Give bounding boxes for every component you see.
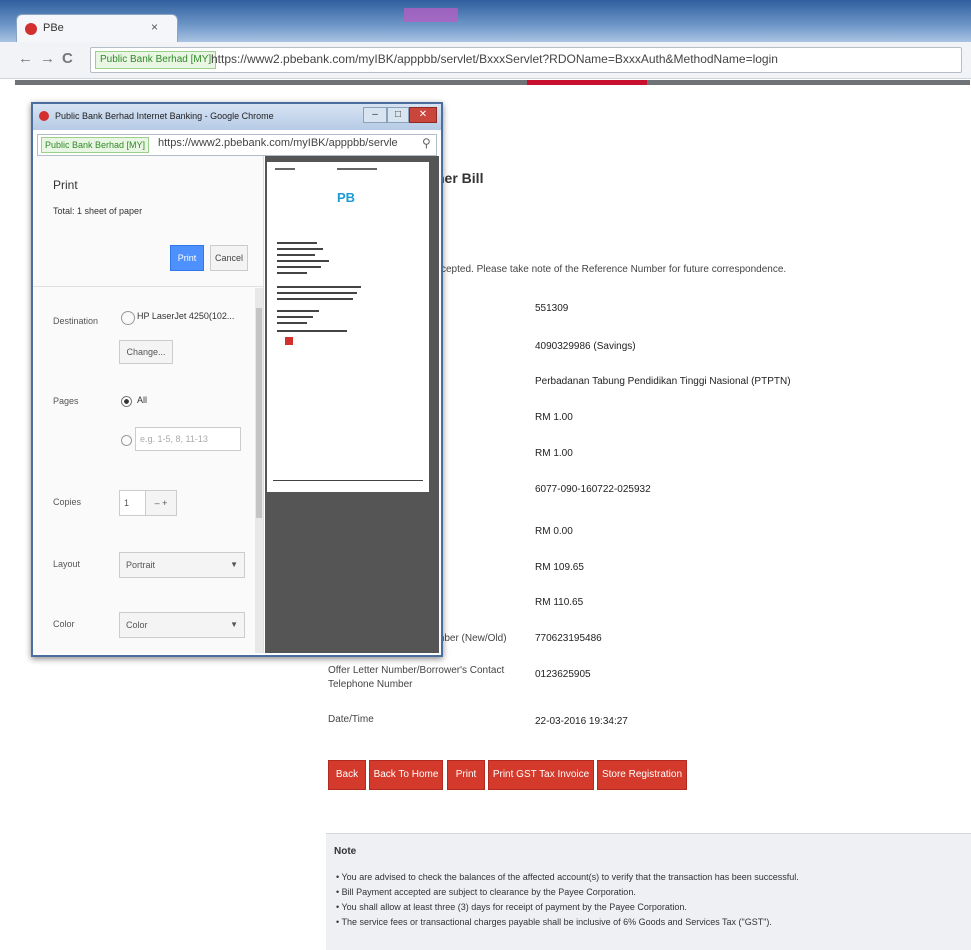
favicon-icon	[39, 111, 49, 121]
layout-select-value: Portrait	[126, 560, 156, 570]
print-total-sheets: Total: 1 sheet of paper	[53, 206, 143, 216]
url-text: https://www2.pbebank.com/myIBK/apppbb/se…	[211, 52, 778, 66]
favicon-icon	[25, 23, 37, 35]
tab-title: PBe	[43, 22, 64, 34]
divider	[33, 286, 263, 287]
value-datetime: 22-03-2016 19:34:27	[535, 716, 628, 727]
page-title: her Bill	[436, 170, 484, 186]
dropdown-arrow-icon: ▼	[230, 620, 238, 629]
color-select[interactable]: Color ▼	[119, 612, 245, 638]
print-dialog-title: Print	[53, 178, 78, 192]
back-to-home-button[interactable]: Back To Home	[369, 760, 443, 790]
preview-text-line	[277, 292, 357, 294]
copies-label: Copies	[53, 497, 82, 507]
popup-url-text: https://www2.pbebank.com/myIBK/apppbb/se…	[158, 137, 398, 149]
pages-label: Pages	[53, 396, 79, 406]
value-contact-number: 0123625905	[535, 669, 591, 680]
value-payee: Perbadanan Tabung Pendidikan Tinggi Nasi…	[535, 376, 791, 387]
layout-select[interactable]: Portrait ▼	[119, 552, 245, 578]
value-total-amount: RM 1.00	[535, 448, 573, 459]
value-id-number: 770623195486	[535, 633, 602, 644]
printer-icon	[121, 311, 135, 325]
copies-stepper[interactable]: – +	[145, 490, 177, 516]
tab-highlight	[404, 8, 458, 22]
preview-text-line	[277, 286, 361, 288]
note-title: Note	[334, 846, 357, 857]
browser-tab[interactable]: PBe ×	[16, 14, 178, 43]
print-settings-panel: Print Total: 1 sheet of paper Print Canc…	[33, 156, 264, 653]
copies-input[interactable]: 1	[119, 490, 147, 516]
back-arrow-icon[interactable]: ←	[18, 50, 33, 67]
pages-custom-radio[interactable]	[121, 435, 132, 446]
reload-icon[interactable]: C	[62, 50, 73, 67]
pages-all-label: All	[137, 395, 148, 405]
value-account-number: 6077-090-160722-025932	[535, 484, 651, 495]
print-preview-page: PB	[267, 162, 429, 492]
preview-text-line	[277, 322, 307, 324]
print-popup-window: Public Bank Berhad Internet Banking - Go…	[31, 102, 443, 657]
address-bar[interactable]: Public Bank Berhad [MY] https://www2.pbe…	[90, 47, 962, 73]
search-icon[interactable]: ⚲	[422, 136, 431, 150]
preview-text-line	[277, 242, 317, 244]
preview-text-line	[277, 272, 307, 274]
settings-scrollbar-thumb[interactable]	[256, 308, 262, 518]
destination-value: HP LaserJet 4250(102...	[137, 311, 235, 321]
print-cancel-button[interactable]: Cancel	[210, 245, 248, 271]
ev-certificate-badge[interactable]: Public Bank Berhad [MY]	[95, 51, 217, 69]
pages-all-radio[interactable]	[121, 396, 132, 407]
color-label: Color	[53, 619, 75, 629]
tab-strip: PBe ×	[0, 0, 971, 43]
color-select-value: Color	[126, 620, 148, 630]
maximize-icon[interactable]: □	[387, 107, 409, 123]
layout-label: Layout	[53, 559, 81, 569]
preview-text-line	[277, 254, 315, 256]
popup-address-bar[interactable]: Public Bank Berhad [MY] https://www2.pbe…	[37, 134, 437, 156]
preview-text-line	[277, 310, 319, 312]
print-button[interactable]: Print	[447, 760, 485, 790]
print-confirm-button[interactable]: Print	[170, 245, 204, 271]
preview-header-line	[337, 168, 377, 170]
value-from-account: 4090329986 (Savings)	[535, 341, 636, 352]
site-nav-active-indicator	[527, 80, 647, 85]
minimize-icon[interactable]: –	[363, 107, 387, 123]
label-id-number: mber (New/Old)	[436, 633, 507, 644]
value-total: RM 110.65	[535, 597, 584, 608]
preview-logo-icon	[285, 337, 293, 345]
preview-text-line	[277, 248, 323, 250]
close-icon[interactable]: ✕	[409, 107, 437, 123]
value-charges: RM 0.00	[535, 526, 573, 537]
tab-close-icon[interactable]: ×	[151, 20, 158, 34]
note-item: • You are advised to check the balances …	[336, 872, 799, 882]
preview-text-line	[277, 330, 347, 332]
ev-certificate-badge[interactable]: Public Bank Berhad [MY]	[41, 137, 150, 153]
value-amount-2: RM 109.65	[535, 562, 584, 573]
note-item: • You shall allow at least three (3) day…	[336, 902, 687, 912]
bank-logo: PB	[337, 190, 356, 205]
forward-arrow-icon[interactable]: →	[40, 50, 55, 67]
label-datetime: Date/Time	[328, 714, 374, 725]
note-item: • The service fees or transactional char…	[336, 917, 772, 927]
preview-text-line	[277, 266, 321, 268]
preview-footer-line	[273, 480, 423, 481]
note-item: • Bill Payment accepted are subject to c…	[336, 887, 636, 897]
preview-text-line	[277, 316, 313, 318]
dropdown-arrow-icon: ▼	[230, 560, 238, 569]
popup-titlebar[interactable]: Public Bank Berhad Internet Banking - Go…	[33, 104, 441, 130]
preview-text-line	[277, 298, 353, 300]
popup-title: Public Bank Berhad Internet Banking - Go…	[55, 111, 274, 121]
print-gst-tax-invoice-button[interactable]: Print GST Tax Invoice	[488, 760, 594, 790]
value-reference-number: 551309	[535, 303, 569, 314]
label-offer-letter: Offer Letter Number/Borrower's Contact T…	[328, 665, 505, 690]
store-registration-button[interactable]: Store Registration	[597, 760, 687, 790]
preview-text-line	[277, 260, 329, 262]
back-button[interactable]: Back	[328, 760, 366, 790]
destination-label: Destination	[53, 316, 99, 326]
site-nav-bar	[15, 80, 970, 85]
preview-header-line	[275, 168, 295, 170]
pages-input[interactable]: e.g. 1-5, 8, 11-13	[135, 427, 241, 451]
success-message: ccepted. Please take note of the Referen…	[436, 264, 787, 275]
note-box: Note • You are advised to check the bala…	[326, 833, 971, 950]
change-destination-button[interactable]: Change...	[119, 340, 173, 364]
value-amount: RM 1.00	[535, 412, 573, 423]
